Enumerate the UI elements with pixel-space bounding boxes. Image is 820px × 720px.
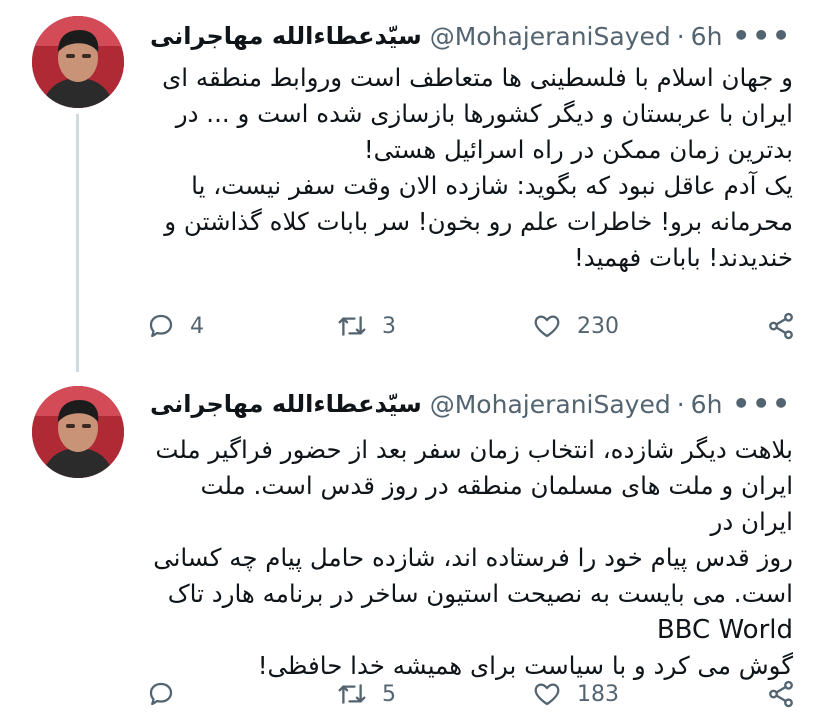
tweet-line: و جهان اسلام با فلسطینی ها متعاطف است ور… xyxy=(162,63,793,92)
tweet-text: و جهان اسلام با فلسطینی ها متعاطف است ور… xyxy=(143,60,793,276)
tweet-line-latin: BBC World xyxy=(656,615,793,645)
separator-dot: · xyxy=(676,389,685,419)
more-dots-icon[interactable]: ••• xyxy=(732,390,792,418)
retweet-count: 3 xyxy=(382,313,396,339)
retweet-button[interactable]: 3 xyxy=(336,311,531,341)
tweet[interactable]: سیّدعطاءالله مهاجرانی @MohajeraniSayed ·… xyxy=(0,368,820,720)
share-button[interactable] xyxy=(766,679,796,709)
action-bar: 5 183 xyxy=(146,674,796,714)
reply-button[interactable]: 4 xyxy=(146,311,336,341)
author-handle[interactable]: @MohajeraniSayed xyxy=(430,22,671,51)
tweet-line: محرمانه برو! خاطرات علم رو بخون! سر بابا… xyxy=(164,207,793,236)
retweet-icon xyxy=(338,684,366,704)
retweet-icon xyxy=(338,316,366,336)
tweet-line: روز قدس پیام خود را فرستاده اند، شازده ح… xyxy=(153,543,793,572)
action-bar: 4 3 230 xyxy=(146,306,796,346)
like-count: 183 xyxy=(577,681,619,707)
like-button[interactable]: 183 xyxy=(531,679,746,709)
heart-icon xyxy=(534,315,560,338)
share-icon xyxy=(769,680,793,708)
share-icon xyxy=(769,312,793,340)
tweet-line: یک آدم عاقل نبود که بگوید: شازده الان وق… xyxy=(191,171,793,200)
author-name[interactable]: سیّدعطاءالله مهاجرانی xyxy=(150,390,422,418)
tweet-line: بدترین زمان ممکن در راه اسرائیل هستی! xyxy=(363,135,793,164)
avatar[interactable] xyxy=(32,16,124,108)
retweet-button[interactable]: 5 xyxy=(336,679,531,709)
tweet-line: است. می بایست به نصیحت استیون ساخر در بر… xyxy=(167,579,793,608)
like-button[interactable]: 230 xyxy=(531,311,746,341)
tweet-line: ایران با عربستان و دیگر کشورها بازسازی ش… xyxy=(175,99,793,128)
avatar[interactable] xyxy=(32,386,124,478)
reply-icon xyxy=(149,682,173,706)
like-count: 230 xyxy=(577,313,619,339)
heart-icon xyxy=(534,683,560,706)
tweet-header: سیّدعطاءالله مهاجرانی @MohajeraniSayed ·… xyxy=(150,16,800,56)
reply-count: 4 xyxy=(190,313,204,339)
tweet-text: بلاهت دیگر شازده، انتخاب زمان سفر بعد از… xyxy=(143,432,793,684)
tweet-header: سیّدعطاءالله مهاجرانی @MohajeraniSayed ·… xyxy=(150,384,800,424)
retweet-count: 5 xyxy=(382,681,396,707)
timestamp[interactable]: 6h xyxy=(691,390,723,419)
reply-icon xyxy=(149,314,173,338)
tweet-line: خندیدند! بابات فهمید! xyxy=(573,243,793,272)
tweet[interactable]: سیّدعطاءالله مهاجرانی @MohajeraniSayed ·… xyxy=(0,0,820,372)
tweet-line: ایران و ملت های مسلمان منطقه در روز قدس … xyxy=(200,471,793,536)
separator-dot: · xyxy=(676,21,685,51)
author-handle[interactable]: @MohajeraniSayed xyxy=(430,390,671,419)
tweet-line: بلاهت دیگر شازده، انتخاب زمان سفر بعد از… xyxy=(155,435,793,464)
author-name[interactable]: سیّدعطاءالله مهاجرانی xyxy=(150,22,422,50)
share-button[interactable] xyxy=(766,311,796,341)
timestamp[interactable]: 6h xyxy=(691,22,723,51)
reply-button[interactable] xyxy=(146,679,336,709)
more-dots-icon[interactable]: ••• xyxy=(732,22,792,50)
thread-connector-line xyxy=(76,114,79,372)
